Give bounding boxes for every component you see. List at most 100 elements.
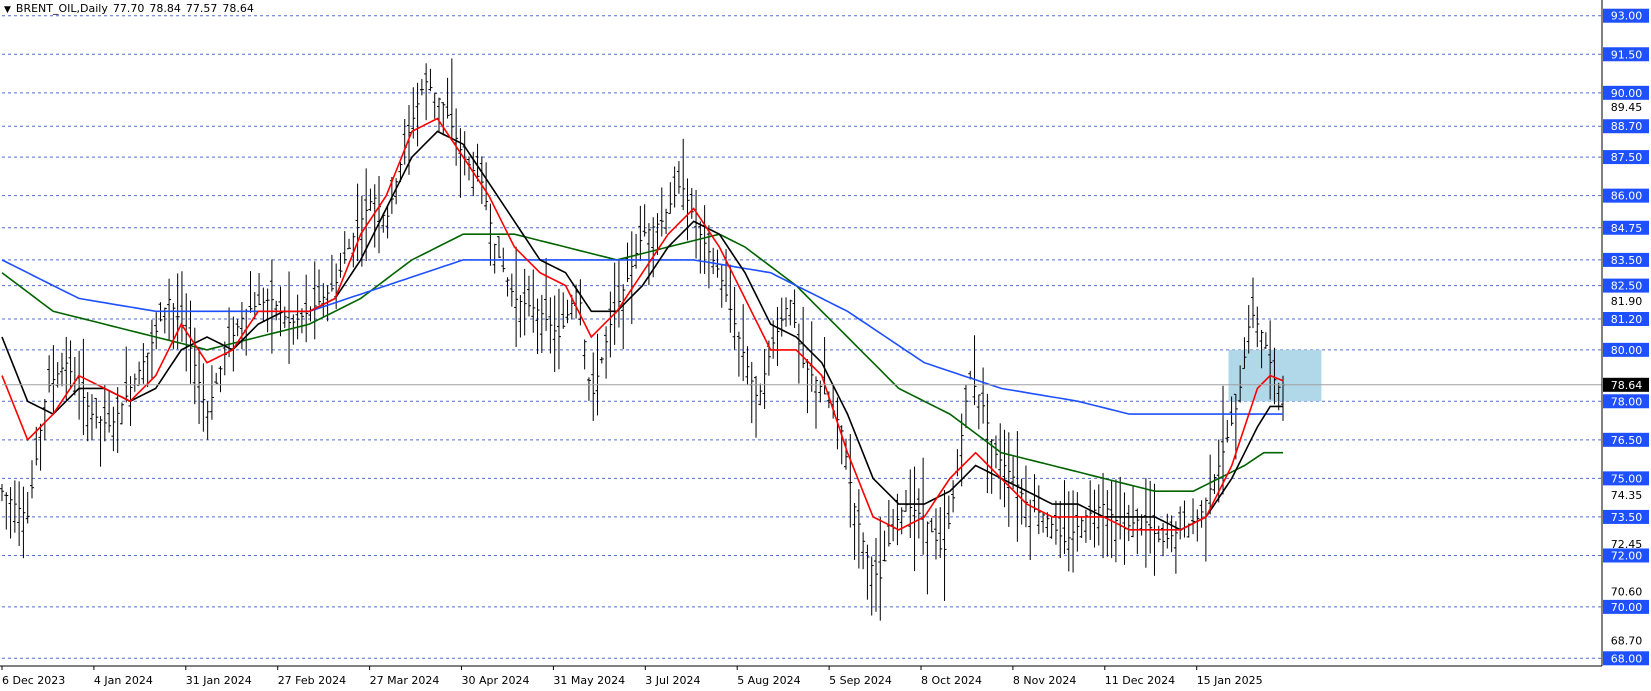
price-bar [1053,500,1058,545]
date-label: 5 Sep 2024 [829,674,892,687]
price-bar [1049,516,1054,539]
date-label: 27 Mar 2024 [370,674,440,687]
price-axis-label: 89.45 [1611,101,1643,114]
price-bar [342,231,347,264]
price-bar [681,138,686,211]
price-bar [291,314,296,345]
price-bar [668,182,673,214]
price-bar [1199,500,1204,528]
price-bar [946,495,951,529]
price-bar [698,221,703,274]
price-bar [604,326,609,379]
ma-200-line [1,259,1283,415]
price-bar [1225,419,1230,443]
price-bar [942,490,947,601]
price-bar [282,306,287,328]
price-bar [929,518,934,533]
price-bar [556,288,561,370]
price-bar [745,346,750,385]
price-bar [921,457,926,555]
price-bar [514,246,519,348]
price-bar [115,387,120,453]
price-bar [916,488,921,539]
date-label: 15 Jan 2025 [1197,674,1263,687]
price-bar [586,377,591,401]
price-bar [445,77,450,119]
price-bar [12,480,17,533]
price-bar [111,406,116,452]
date-label: 4 Jan 2024 [94,674,153,687]
price-bar [814,376,819,429]
price-bar [694,189,699,259]
price-bar [1019,478,1024,525]
price-chart[interactable]: 93.00 91.50 90.0089.45 88.70 87.50 86.00 84.75… [0,0,1651,691]
price-bar [368,188,373,211]
price-bar [642,204,647,237]
price-bar [72,356,77,396]
price-bar [432,92,437,119]
price-bar [638,205,643,262]
price-bar [59,352,64,387]
price-bar [137,361,142,386]
axes [0,0,1603,670]
ma-fast-line [1,117,1284,531]
price-bar [848,434,853,528]
price-bar [792,289,797,329]
price-bar [218,366,223,393]
price-bar [188,300,193,384]
price-bar [539,294,544,353]
price-bar [1255,306,1260,348]
price-bar [621,284,626,350]
price-bar [304,274,309,343]
price-bar [865,544,870,600]
price-bar [312,261,317,340]
date-label: 30 Apr 2024 [462,674,530,687]
price-bar [68,340,73,389]
price-bar [963,384,968,429]
price-bars [0,58,1285,621]
price-bar [629,231,634,325]
price-bar [1113,479,1118,563]
price-bar [972,335,977,406]
price-bar [201,363,206,432]
price-bar [711,247,716,275]
price-bar [565,299,570,324]
axis-labels: 93.00 91.50 90.0089.45 88.70 87.50 86.00 84.75… [2,8,1649,687]
price-bar [659,187,664,237]
price-level-label: 72.00 [1611,549,1643,562]
price-bar [317,269,322,306]
price-bar [1156,525,1161,543]
price-bar [599,356,604,364]
price-bar [1203,497,1208,562]
price-level-label: 81.20 [1611,313,1643,326]
price-bar [981,367,986,424]
price-bar [612,262,617,345]
price-bar [518,295,523,338]
price-bar [479,156,484,205]
price-bar [449,58,454,141]
price-bar [85,392,90,442]
price-bar [861,532,866,570]
price-bar [899,507,904,535]
price-bar [933,508,938,560]
price-bar [672,166,677,208]
price-bar [852,502,857,560]
date-label: 3 Jul 2024 [645,674,700,687]
price-bar [197,346,202,425]
price-bar [0,484,4,502]
date-label: 11 Dec 2024 [1105,674,1175,687]
price-level-label: 86.00 [1611,190,1643,203]
price-bar [377,176,382,254]
price-bar [257,273,262,306]
price-bar [505,277,510,297]
price-bar [347,238,352,250]
price-bar [522,268,527,336]
price-bar [458,128,463,198]
price-bar [552,295,557,373]
price-bar [788,299,793,326]
date-label: 27 Feb 2024 [278,674,346,687]
price-bar [732,286,737,350]
price-bar [484,162,489,211]
price-bar [1195,509,1200,542]
date-label: 31 May 2024 [553,674,625,687]
